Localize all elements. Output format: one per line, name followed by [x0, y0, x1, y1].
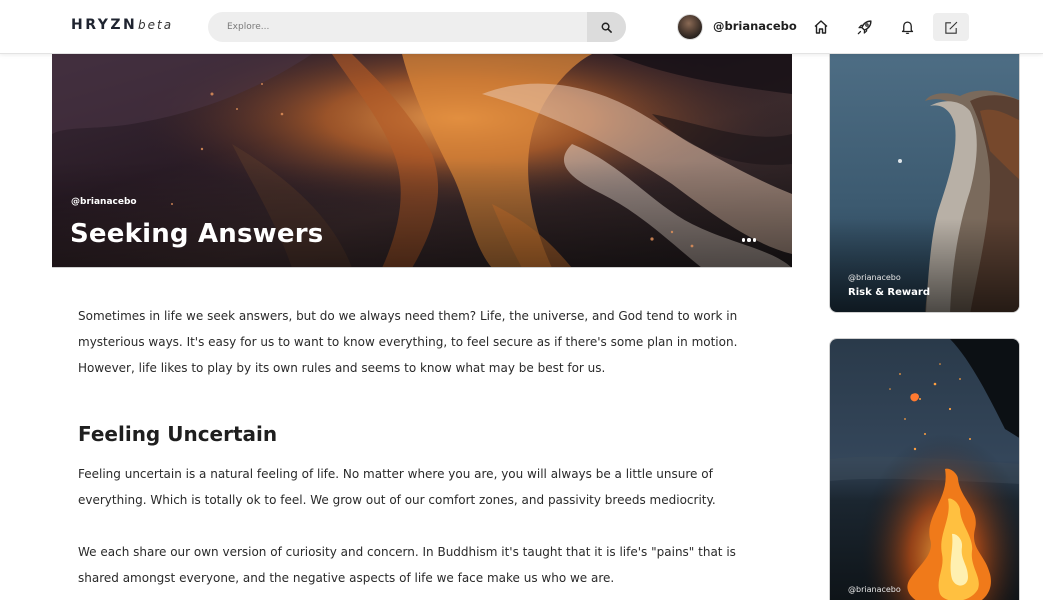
card-author[interactable]: @brianacebo: [848, 585, 901, 594]
explore-button[interactable]: [851, 14, 877, 40]
user-avatar[interactable]: [677, 14, 703, 40]
more-dot-icon: [752, 238, 757, 242]
compose-icon: [944, 21, 957, 34]
search-icon: [601, 22, 612, 33]
card-author[interactable]: @brianacebo: [848, 273, 901, 282]
section-heading: Feeling Uncertain: [78, 422, 278, 447]
search-bar: [208, 12, 626, 42]
related-post-card[interactable]: @brianacebo: [829, 338, 1020, 600]
top-navbar: HRYZN beta @brianacebo: [0, 0, 1043, 54]
hero-title: Seeking Answers: [70, 219, 324, 249]
beta-label: beta: [138, 18, 174, 32]
home-button[interactable]: [808, 14, 834, 40]
compose-button[interactable]: [933, 13, 969, 41]
article-paragraph: Sometimes in life we seek answers, but d…: [78, 309, 738, 375]
more-options-button[interactable]: [740, 234, 758, 246]
search-input[interactable]: [208, 12, 588, 42]
card-image-campfire: [830, 339, 1019, 600]
more-dot-icon: [741, 238, 746, 242]
rocket-icon: [857, 19, 872, 34]
bell-icon: [901, 21, 913, 35]
card-title: Risk & Reward: [848, 287, 930, 298]
hero-author[interactable]: @brianacebo: [71, 197, 137, 207]
related-post-card[interactable]: @brianacebo Risk & Reward: [829, 40, 1020, 313]
app-logo[interactable]: HRYZN: [71, 17, 137, 33]
notifications-button[interactable]: [894, 14, 920, 40]
article-paragraph: Feeling uncertain is a natural feeling o…: [78, 467, 716, 508]
article-body: Sometimes in life we seek answers, but d…: [78, 304, 778, 592]
user-name[interactable]: @brianacebo: [713, 19, 797, 33]
search-button[interactable]: [587, 12, 626, 42]
article-paragraph: We each share our own version of curiosi…: [78, 544, 736, 585]
more-dot-icon: [747, 238, 751, 242]
home-icon: [814, 20, 828, 34]
hero-banner[interactable]: @brianacebo Seeking Answers: [52, 54, 792, 268]
